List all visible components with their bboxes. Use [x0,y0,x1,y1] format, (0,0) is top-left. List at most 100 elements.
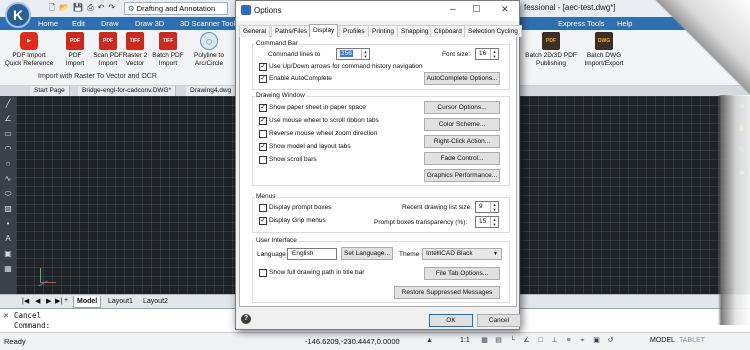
display-grip-menus-checkbox[interactable] [259,217,267,225]
ok-button[interactable]: OK [429,314,473,327]
restore-suppressed-messages-button[interactable]: Restore Suppressed Messages [394,286,500,299]
snap-icon[interactable]: ▦ [480,336,489,345]
tab-selection-cycling[interactable]: Selection Cycling [464,25,522,37]
table-tool-icon[interactable]: ▦ [3,264,13,274]
show-layout-tabs-checkbox[interactable] [259,143,267,151]
tab-profiles[interactable]: Profiles [339,25,369,37]
open-icon[interactable]: 📂 [59,2,69,14]
tab-layout1[interactable]: Layout1 [105,296,136,307]
tab-express-tools[interactable]: Express Tools [558,18,605,29]
undo-icon[interactable]: ↶ [98,2,105,14]
font-size-stepper[interactable]: 16 ▲ ▼ [475,48,499,60]
wheel-scroll-ribbon-checkbox[interactable] [259,117,267,125]
theme-select[interactable]: IntelliCAD Black ▼ [422,248,502,260]
ellipse-tool-icon[interactable]: ⬭ [3,189,13,199]
text-tool-icon[interactable]: A [3,234,13,244]
tab-draw[interactable]: Draw [101,18,119,29]
model-space-toggle[interactable]: MODEL [650,337,675,344]
recent-list-size-stepper[interactable]: 9 ▲ ▼ [475,201,499,213]
block-tool-icon[interactable]: ▣ [3,249,13,259]
batch-pdf-import-button[interactable]: TIFF Batch PDF Import [150,32,186,67]
spinner-arrows-icon[interactable]: ▲ ▼ [361,49,369,59]
doc-tab-bridge[interactable]: Bridge-engl-for-cadconv.DWG* [78,86,177,96]
selection-cycling-icon[interactable]: ↺ [606,336,615,345]
file-tab-options-button[interactable]: File Tab Options... [424,267,500,280]
autocomplete-options-button[interactable]: AutoComplete Options... [424,72,500,85]
otrack-icon[interactable]: ⊥ [550,336,559,345]
full-path-checkbox[interactable] [259,269,267,277]
spinner-arrows-icon[interactable]: ▲ ▼ [490,49,498,59]
print-icon[interactable]: ⎙ [87,2,93,14]
arc-tool-icon[interactable]: ◠ [3,144,13,154]
color-scheme-button[interactable]: Color Scheme... [424,118,500,131]
annotation-scale[interactable]: 1:1 [460,337,470,344]
graphics-performance-button[interactable]: Graphics Performance... [424,169,500,182]
pdf-import-quick-reference-button[interactable]: ▶ PDF Import Quick Reference [4,32,54,67]
close-icon[interactable]: ✕ [501,4,509,15]
tab-printing[interactable]: Printing [368,25,399,37]
doc-tab-drawing4[interactable]: Drawing4.dwg [186,86,237,96]
save-icon[interactable]: 💾 [73,2,83,14]
next-tab-icon[interactable]: ▶ [46,297,51,305]
spinner-arrows-icon[interactable]: ▲ ▼ [490,217,498,227]
updown-history-checkbox[interactable] [259,63,267,71]
autocomplete-checkbox[interactable] [259,75,267,83]
last-tab-icon[interactable]: ▶| [55,297,62,305]
add-layout-icon[interactable]: + [64,297,68,304]
annotation-icon[interactable]: ▲ [425,336,434,345]
spline-tool-icon[interactable]: ∿ [3,174,13,184]
command-prompt[interactable]: Command: [14,321,50,330]
close-icon[interactable]: ✕ [3,311,9,320]
help-icon[interactable]: ? [241,314,251,324]
command-lines-stepper[interactable]: 256 ▲ ▼ [336,48,370,60]
right-click-action-button[interactable]: Right-Click Action... [424,135,500,148]
tab-paths-files[interactable]: Paths/Files [271,25,312,37]
prev-tab-icon[interactable]: ◀ [35,297,40,305]
raster-to-vector-button[interactable]: TIFF Raster 2 Vector [120,32,150,67]
tab-display[interactable]: Display [309,24,339,38]
cancel-button[interactable]: Cancel [477,314,521,327]
tab-home[interactable]: Home [38,18,58,29]
tab-clipboard[interactable]: Clipboard [430,25,466,37]
lineweight-icon[interactable]: ≡ [564,336,573,345]
reverse-zoom-checkbox[interactable] [259,130,267,138]
batch-dwg-import-export-button[interactable]: DWG Batch DWG Import/Export [580,32,628,67]
grid-icon[interactable]: ▤ [494,336,503,345]
cursor-options-button[interactable]: Cursor Options... [424,101,500,114]
tab-layout2[interactable]: Layout2 [140,296,171,307]
pdf-import-button[interactable]: PDF PDF Import [58,32,92,67]
display-prompt-boxes-checkbox[interactable] [259,204,267,212]
hatch-tool-icon[interactable]: ▧ [3,204,13,214]
tab-help[interactable]: Help [617,18,632,29]
show-scroll-bars-checkbox[interactable] [259,156,267,164]
rectangle-tool-icon[interactable]: ▭ [3,129,13,139]
prompt-transparency-stepper[interactable]: 15 ▲ ▼ [475,216,499,228]
batch-pdf-publishing-button[interactable]: PDF Batch 2D/3D PDF Publishing [521,32,581,67]
set-language-button[interactable]: Set Language... [341,247,393,260]
tab-edit[interactable]: Edit [72,18,85,29]
new-icon[interactable]: 🗋 [49,2,55,14]
polyline-tool-icon[interactable]: ∠ [3,114,13,124]
ortho-icon[interactable]: └ [508,336,517,345]
show-paper-sheet-checkbox[interactable] [259,104,267,112]
app-logo[interactable]: K [5,2,31,28]
minimize-icon[interactable]: – [450,4,456,15]
polar-icon[interactable]: ∠ [522,336,531,345]
line-tool-icon[interactable]: ╱ [3,99,13,109]
workspace-selector[interactable]: ⚙ Drafting and Annotation [124,2,228,15]
tab-snapping[interactable]: Snapping [397,25,433,37]
maximize-icon[interactable] [473,5,480,12]
tab-3d-scanner-tools[interactable]: 3D Scanner Tools [180,18,239,29]
tablet-toggle[interactable]: TABLET [679,337,705,344]
redo-icon[interactable]: ↷ [108,2,115,14]
spinner-arrows-icon[interactable]: ▲ ▼ [490,202,498,212]
tab-model[interactable]: Model [73,296,102,308]
tab-draw-3d[interactable]: Draw 3D [135,18,164,29]
dynamic-input-icon[interactable]: ⌖ [578,336,587,345]
fade-control-button[interactable]: Fade Control... [424,152,500,165]
doc-tab-start-page[interactable]: Start Page [30,86,70,96]
point-tool-icon[interactable]: • [3,219,13,229]
language-field[interactable]: English [287,248,337,260]
osnap-icon[interactable]: □ [536,336,545,345]
quick-properties-icon[interactable]: ▣ [592,336,601,345]
